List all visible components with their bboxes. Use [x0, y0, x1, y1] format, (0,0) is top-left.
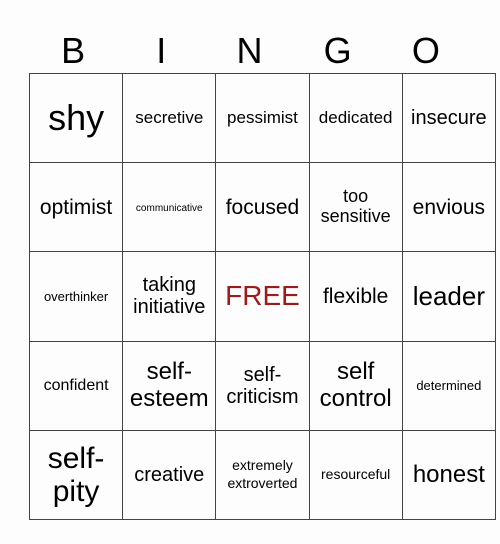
bingo-cell[interactable]: optimist [28, 162, 124, 253]
cell-text: extremely extroverted [227, 457, 298, 491]
cell-text: self-pity [47, 441, 105, 508]
bingo-row: optimist communicative focused too sensitiv… [28, 162, 496, 253]
cell-text: resourceful [321, 466, 391, 483]
header-letter-b: B [61, 30, 86, 71]
cell-text: self control [319, 358, 392, 412]
bingo-cell[interactable]: shy [28, 72, 124, 164]
bingo-grid: shy secretive pessimist dedicated insecure op… [28, 72, 496, 520]
bingo-cell[interactable]: extremely extroverted [215, 429, 310, 520]
bingo-cell[interactable]: honest [401, 429, 496, 520]
bingo-cell[interactable]: self-esteem [122, 340, 217, 431]
bingo-cell[interactable]: self control [308, 340, 403, 431]
bingo-cell[interactable]: self-criticism [215, 340, 310, 431]
cell-text: FREE [225, 280, 300, 312]
bingo-cell[interactable]: secretive [122, 72, 217, 164]
bingo-cell[interactable]: pessimist [215, 72, 310, 164]
cell-text: confident [43, 376, 109, 394]
cell-text: too sensitive [320, 186, 391, 227]
bingo-row: confident self-esteem self-criticism self c… [28, 340, 496, 431]
cell-text: self-esteem [129, 358, 209, 412]
bingo-cell[interactable]: envious [401, 162, 496, 253]
header-letter-o: O [411, 30, 440, 71]
bingo-cell[interactable]: flexible [308, 251, 403, 342]
cell-text: creative [134, 463, 205, 486]
bingo-header: B I N G O [29, 28, 470, 73]
bingo-cell[interactable]: focused [215, 162, 310, 253]
bingo-cell[interactable]: leader [401, 251, 496, 342]
bingo-cell[interactable]: communicative [122, 162, 217, 253]
bingo-row: overthinker taking initiative FREE flexible… [28, 251, 496, 342]
bingo-cell[interactable]: creative [122, 429, 217, 520]
cell-text: communicative [135, 203, 203, 215]
bingo-cell[interactable]: insecure [401, 72, 496, 164]
cell-text: focused [225, 195, 300, 219]
header-letter-n: N [236, 30, 263, 71]
cell-text: pessimist [227, 107, 298, 127]
bingo-cell[interactable]: overthinker [28, 251, 124, 342]
header-letter-g: G [323, 30, 352, 71]
cell-text: taking initiative [133, 274, 206, 319]
cell-text: insecure [411, 107, 487, 130]
cell-text: overthinker [43, 288, 109, 304]
bingo-cell[interactable]: confident [28, 340, 124, 431]
free-space-cell[interactable]: FREE [215, 251, 310, 342]
cell-text: leader [412, 281, 485, 312]
cell-text: secretive [135, 107, 204, 127]
cell-text: dedicated [318, 107, 393, 127]
bingo-cell[interactable]: dedicated [308, 72, 403, 164]
bingo-row: shy secretive pessimist dedicated insecure [28, 72, 496, 164]
bingo-cell[interactable]: self-pity [28, 429, 124, 520]
bingo-cell[interactable]: determined [401, 340, 496, 431]
bingo-cell[interactable]: resourceful [308, 429, 403, 520]
header-letter-i: I [156, 30, 167, 71]
cell-text: self-criticism [226, 363, 299, 408]
cell-text: shy [48, 97, 105, 139]
cell-text: determined [416, 377, 482, 393]
bingo-cell[interactable]: taking initiative [122, 251, 217, 342]
cell-text: honest [412, 460, 485, 488]
cell-text: optimist [39, 195, 113, 219]
bingo-row: self-pity creative extremely extroverted re… [28, 429, 496, 520]
cell-text: flexible [322, 284, 389, 308]
bingo-cell[interactable]: too sensitive [308, 162, 403, 253]
cell-text: envious [412, 195, 486, 219]
